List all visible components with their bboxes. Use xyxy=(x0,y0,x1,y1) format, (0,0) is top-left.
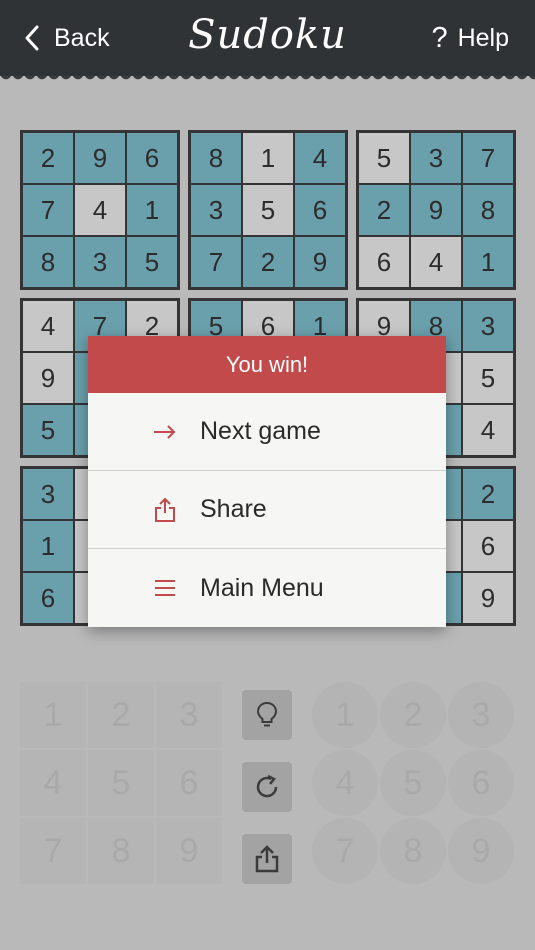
menu-icon xyxy=(155,580,175,596)
next-game-button[interactable]: Next game xyxy=(88,393,446,471)
share-button[interactable]: Share xyxy=(88,471,446,549)
dialog-title: You win! xyxy=(88,336,446,393)
top-bar: Back Sudoku ? Help xyxy=(0,0,535,82)
share-label: Share xyxy=(200,495,267,523)
help-button[interactable]: ? Help xyxy=(431,20,509,56)
help-label: Help xyxy=(457,23,509,52)
main-menu-button[interactable]: Main Menu xyxy=(88,549,446,627)
question-icon: ? xyxy=(431,21,448,54)
next-game-label: Next game xyxy=(200,417,321,445)
share-icon xyxy=(155,497,175,522)
main-menu-label: Main Menu xyxy=(200,573,324,602)
win-dialog: You win! Next game Share Main Menu xyxy=(88,336,446,627)
arrow-right-icon xyxy=(154,424,176,439)
